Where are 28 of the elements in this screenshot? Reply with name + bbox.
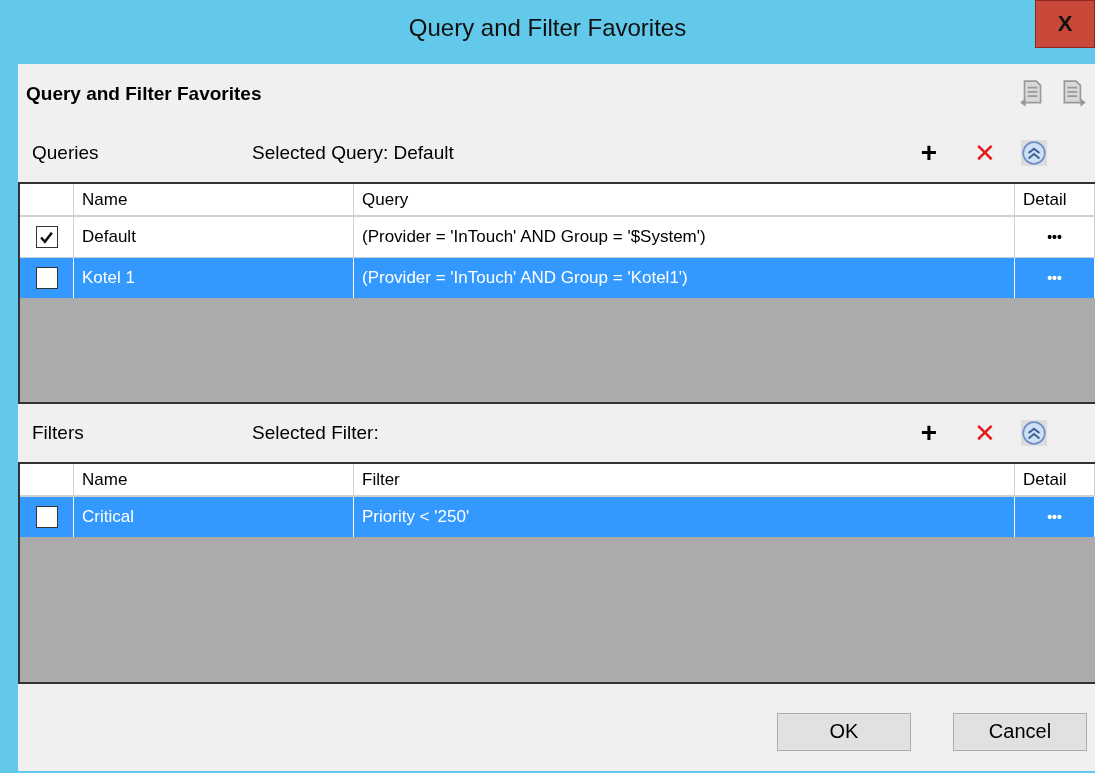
checkmark-icon [39, 229, 54, 245]
window-title: Query and Filter Favorites [408, 14, 687, 42]
table-row[interactable]: Default (Provider = 'InTouch' AND Group = '$System') ••• [20, 216, 1095, 257]
collapse-icon[interactable] [1021, 420, 1047, 446]
selected-label: Selected Filter: [252, 422, 380, 444]
delete-button[interactable]: ✕ [965, 140, 1005, 166]
table-cell: Kotel 1 [82, 268, 135, 288]
detail-button[interactable]: ••• [1047, 229, 1062, 245]
table-cell: Critical [82, 507, 134, 527]
ok-button[interactable]: OK [777, 712, 911, 751]
add-button[interactable]: + [909, 139, 949, 167]
table-cell: Default [82, 227, 136, 247]
checkbox[interactable] [35, 226, 58, 248]
dialog-heading: Query and Filter Favorites [26, 83, 263, 105]
table-cell: (Provider = 'InTouch' AND Group = 'Kotel1') [362, 268, 688, 288]
checkbox[interactable] [35, 506, 58, 528]
table-cell: Priority < '250' [362, 507, 470, 527]
export-document-icon[interactable] [1061, 79, 1087, 109]
checkbox[interactable] [35, 267, 58, 289]
delete-button[interactable]: ✕ [965, 420, 1005, 446]
section-label: Filters [32, 422, 85, 444]
selected-label: Selected Query: Default [252, 142, 455, 164]
collapse-icon[interactable] [1021, 140, 1047, 166]
section-label: Queries [32, 142, 100, 164]
cancel-button[interactable]: Cancel [953, 712, 1087, 751]
close-button[interactable]: X [1035, 0, 1095, 48]
table-cell: (Provider = 'InTouch' AND Group = '$System') [362, 227, 706, 247]
add-button[interactable]: + [909, 419, 949, 447]
